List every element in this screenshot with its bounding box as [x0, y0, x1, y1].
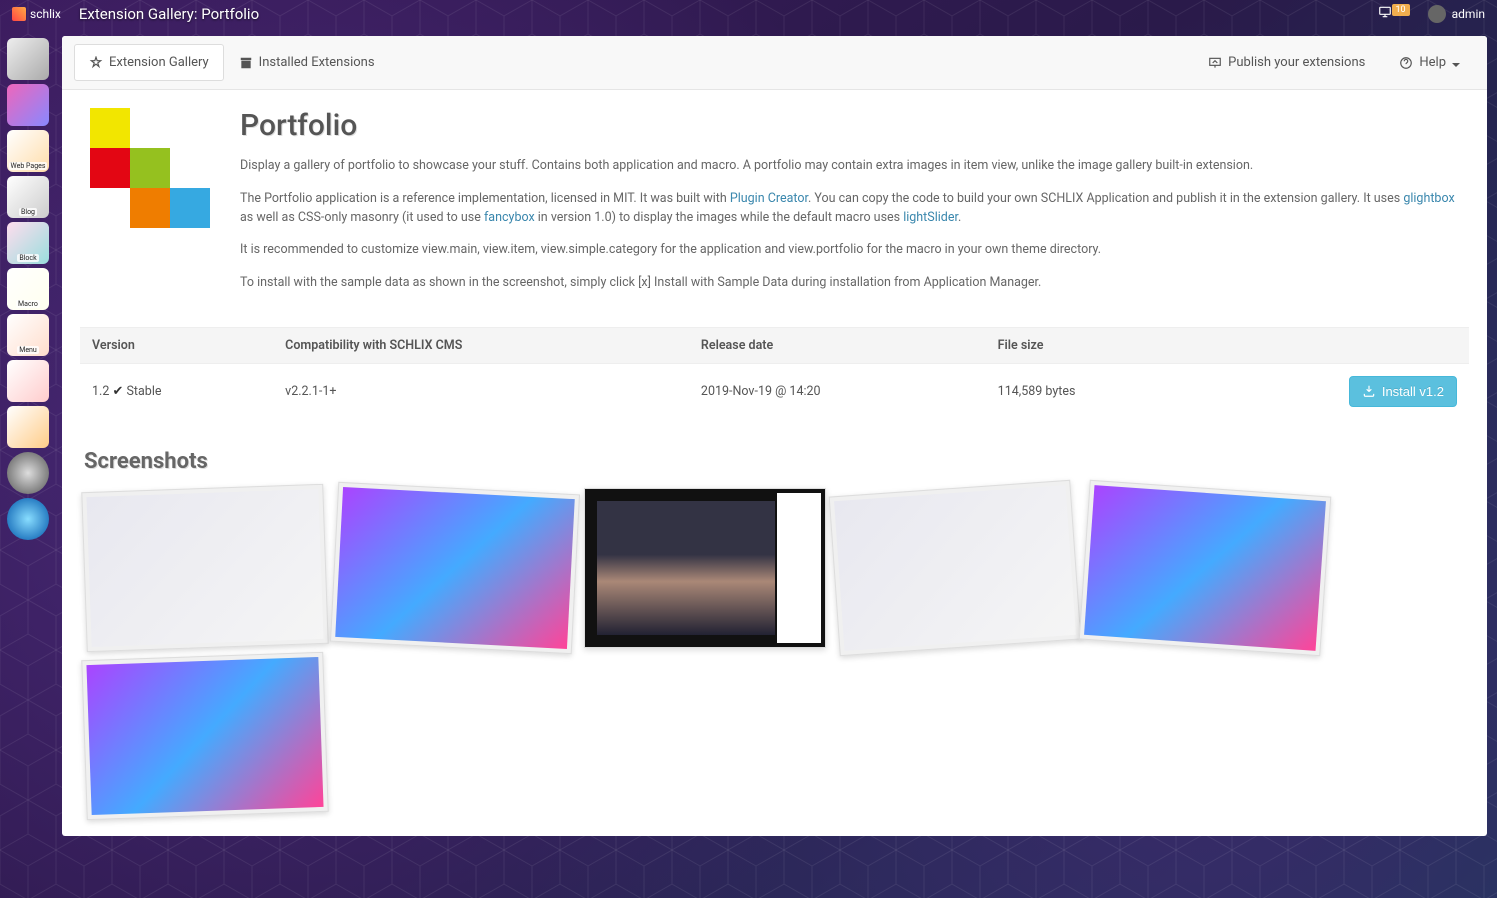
col-compat: Compatibility with SCHLIX CMS [273, 327, 689, 363]
chevron-down-icon [1452, 63, 1460, 67]
screenshot-thumb[interactable] [81, 652, 328, 820]
link-fancybox[interactable]: fancybox [484, 210, 535, 225]
version-number: 1.2 [92, 384, 109, 399]
install-label: Install v1.2 [1382, 384, 1444, 399]
table-row: 1.2 ✔ Stable v2.2.1-1+ 2019-Nov-19 @ 14:… [80, 363, 1469, 419]
extension-desc-3: It is recommended to customize view.main… [240, 241, 1469, 260]
screenshots-grid [80, 488, 1469, 816]
check-icon: ✔ [112, 384, 123, 399]
sidebar-item-webpages[interactable]: Web Pages [7, 130, 49, 172]
version-size: 114,589 bytes [986, 363, 1196, 419]
version-release: 2019-Nov-19 @ 14:20 [689, 363, 986, 419]
extension-desc-1: Display a gallery of portfolio to showca… [240, 157, 1469, 176]
screenshots-heading: Screenshots [84, 449, 1469, 474]
sidebar-item-menu[interactable]: Menu [7, 314, 49, 356]
extension-title: Portfolio [240, 108, 1469, 143]
screenshot-thumb[interactable] [330, 482, 580, 654]
extension-desc-4: To install with the sample data as shown… [240, 274, 1469, 293]
notifications-button[interactable]: 10 [1378, 5, 1409, 23]
screenshot-thumb[interactable] [81, 484, 328, 652]
brand-text: schlix [30, 7, 61, 21]
tab-installed-extensions[interactable]: Installed Extensions [224, 44, 390, 81]
versions-table: Version Compatibility with SCHLIX CMS Re… [80, 327, 1469, 419]
brand-icon [12, 7, 26, 21]
link-plugin-creator[interactable]: Plugin Creator [730, 191, 808, 206]
publish-label: Publish your extensions [1228, 55, 1365, 70]
tab-gallery-label: Extension Gallery [109, 55, 209, 70]
screenshot-thumb[interactable] [584, 488, 826, 648]
extension-desc-2: The Portfolio application is a reference… [240, 190, 1469, 228]
sidebar-item-schlix[interactable] [7, 84, 49, 126]
version-compat: v2.2.1-1+ [273, 363, 689, 419]
help-icon [1399, 56, 1413, 70]
user-menu[interactable]: admin [1428, 5, 1485, 23]
sidebar-item-users[interactable] [7, 360, 49, 402]
toolbar: Extension Gallery Installed Extensions P… [62, 36, 1487, 90]
install-button[interactable]: Install v1.2 [1349, 376, 1457, 407]
extension-icon [90, 108, 210, 228]
sidebar-item-tools[interactable] [7, 406, 49, 448]
link-lightslider[interactable]: lightSlider [903, 210, 958, 225]
tab-installed-label: Installed Extensions [259, 55, 375, 70]
notif-badge: 10 [1392, 4, 1410, 16]
col-size: File size [986, 327, 1196, 363]
screenshot-thumb[interactable] [1079, 480, 1332, 656]
sidebar-item-settings[interactable] [7, 452, 49, 494]
sidebar-item-blog[interactable]: Blog [7, 176, 49, 218]
upload-icon [1208, 56, 1222, 70]
brand[interactable]: schlix [12, 7, 61, 21]
avatar-icon [1428, 5, 1446, 23]
help-button[interactable]: Help [1384, 44, 1475, 81]
screenshot-thumb[interactable] [829, 480, 1082, 656]
version-status: Stable [126, 384, 161, 399]
main-panel: Extension Gallery Installed Extensions P… [62, 36, 1487, 836]
monitor-icon [1378, 5, 1392, 19]
archive-icon [239, 56, 253, 70]
sidebar-item-block[interactable]: Block [7, 222, 49, 264]
topbar: schlix Extension Gallery: Portfolio 10 a… [0, 0, 1497, 28]
sidebar: Web Pages Blog Block Macro Menu [0, 28, 56, 898]
gallery-icon [89, 56, 103, 70]
page-title: Extension Gallery: Portfolio [79, 5, 259, 23]
col-version: Version [80, 327, 273, 363]
download-icon [1362, 384, 1376, 398]
help-label: Help [1419, 55, 1446, 70]
tab-extension-gallery[interactable]: Extension Gallery [74, 44, 224, 81]
col-release: Release date [689, 327, 986, 363]
sidebar-item-help[interactable] [7, 498, 49, 540]
link-glightbox[interactable]: glightbox [1403, 191, 1454, 206]
publish-button[interactable]: Publish your extensions [1193, 44, 1380, 81]
sidebar-item-macro[interactable]: Macro [7, 268, 49, 310]
sidebar-item-apps[interactable] [7, 38, 49, 80]
user-name: admin [1452, 7, 1485, 21]
